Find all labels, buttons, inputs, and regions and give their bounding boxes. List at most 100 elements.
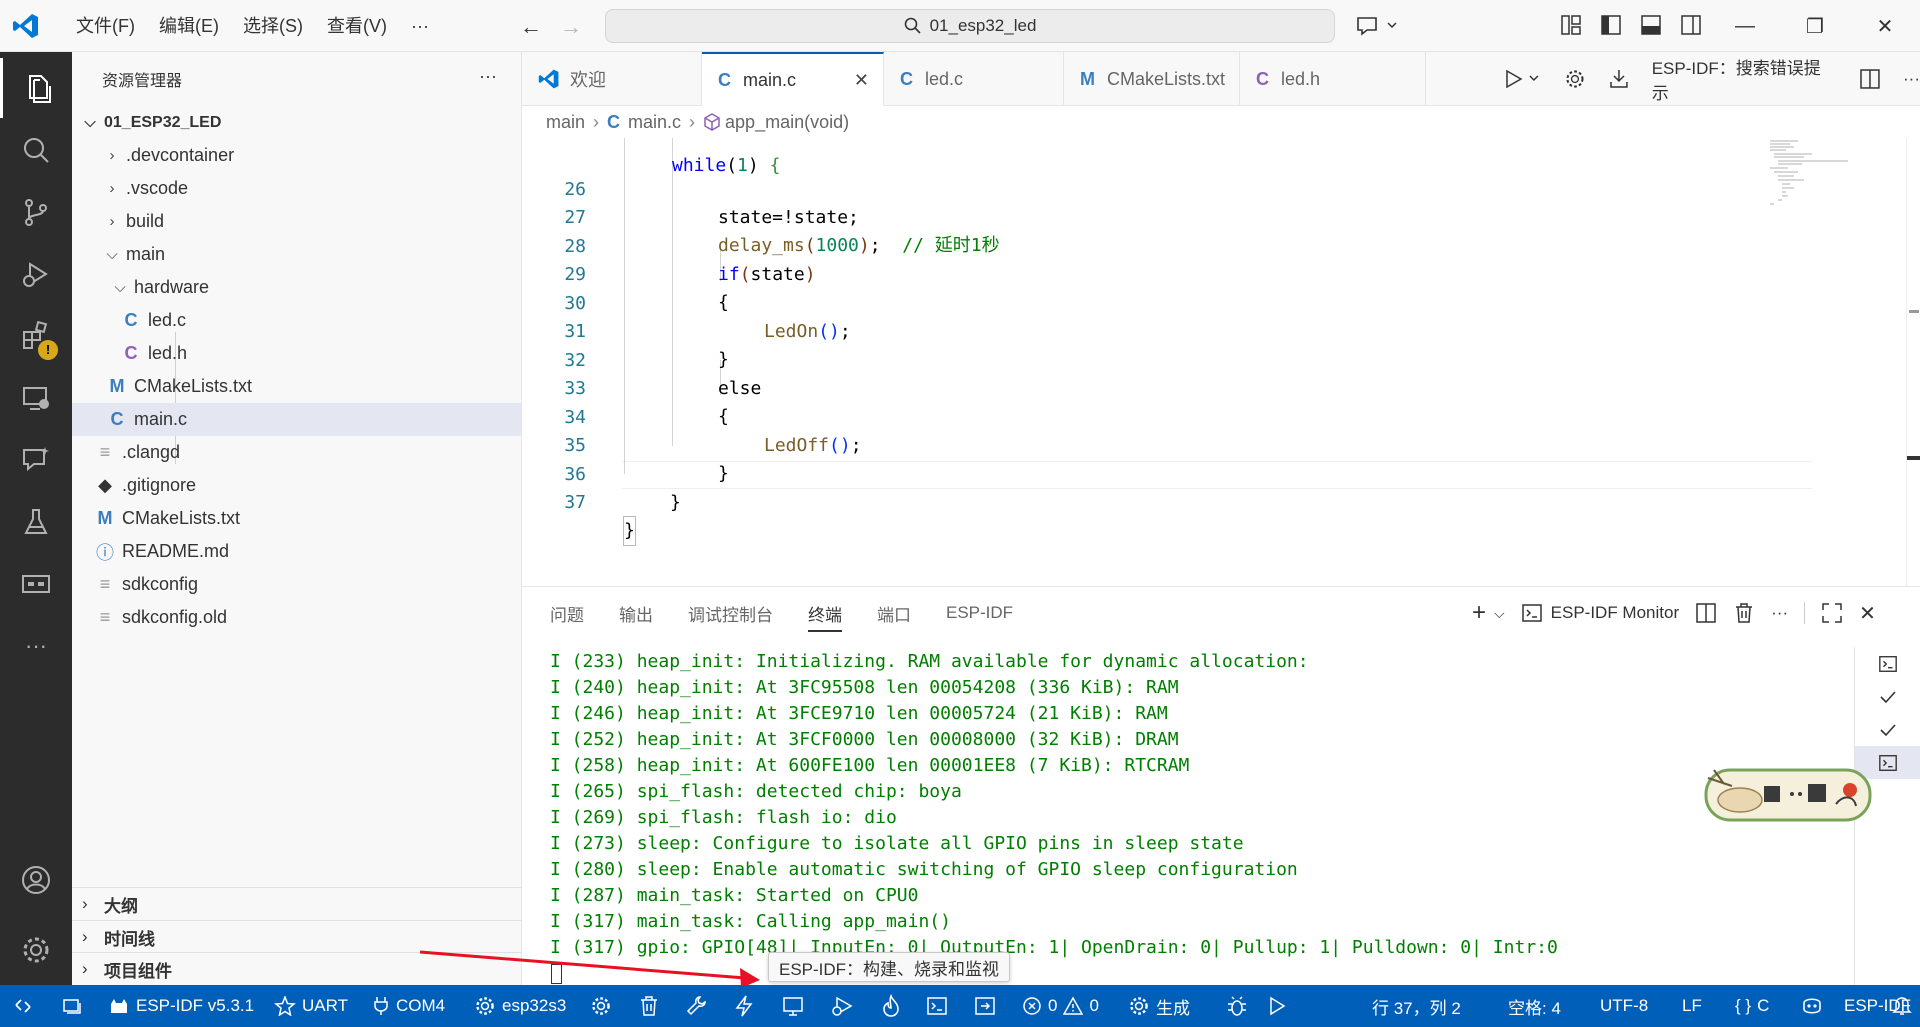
terminal-list-item[interactable]	[1855, 680, 1920, 713]
build-wrench-icon[interactable]	[686, 985, 714, 1027]
minimize-button[interactable]: —	[1710, 0, 1780, 52]
esp-idf-version[interactable]: ESP-IDF v5.3.1	[108, 985, 254, 1027]
testing-icon[interactable]	[0, 492, 72, 552]
flash-method[interactable]: UART	[274, 985, 348, 1027]
new-terminal-plus-icon[interactable]: +	[1472, 599, 1486, 627]
tree-item-main[interactable]: ⌵ main	[72, 238, 522, 271]
explorer-icon[interactable]	[0, 58, 72, 118]
tree-item-gitignore[interactable]: ◆ .gitignore	[72, 469, 522, 502]
editor-scrollbar[interactable]	[1906, 138, 1920, 586]
settings-gear-icon[interactable]	[1564, 68, 1586, 90]
sdk-config-gear-icon[interactable]	[590, 985, 618, 1027]
end-of-line[interactable]: LF	[1682, 985, 1702, 1027]
notifications-bell-icon[interactable]	[1892, 985, 1918, 1027]
cursor-position[interactable]: 行 37，列 2	[1372, 985, 1461, 1027]
problems-indicator[interactable]: 0 0	[1022, 985, 1099, 1027]
menu-file[interactable]: 文件(F)	[64, 0, 147, 52]
outline-section[interactable]: › 大纲	[72, 887, 522, 920]
split-terminal-icon[interactable]	[1695, 602, 1717, 624]
terminal-list-item[interactable]	[1855, 713, 1920, 746]
tree-item-readme[interactable]: ⓘ README.md	[72, 535, 522, 568]
customize-layout-icon[interactable]	[1560, 14, 1582, 36]
source-control-icon[interactable]	[0, 182, 72, 242]
tree-item-sdkconfig-old[interactable]: ≡ sdkconfig.old	[72, 601, 522, 634]
search-icon[interactable]	[0, 120, 72, 180]
timeline-section[interactable]: › 时间线	[72, 920, 522, 953]
extensions-icon[interactable]: !	[0, 306, 72, 366]
tab-cmakelists[interactable]: M CMakeLists.txt	[1064, 52, 1240, 106]
panel-tab-terminal[interactable]: 终端	[808, 601, 842, 632]
terminal-name[interactable]: ESP-IDF Monitor	[1551, 603, 1679, 623]
remote-indicator-icon[interactable]	[0, 985, 46, 1027]
terminal-output[interactable]: I (233) heap_init: Initializing. RAM ava…	[550, 649, 1840, 984]
more-views-icon[interactable]: ···	[0, 616, 72, 676]
encoding[interactable]: UTF-8	[1600, 985, 1648, 1027]
breadcrumb-folder[interactable]: main	[546, 112, 585, 133]
account-icon[interactable]	[0, 850, 72, 910]
menu-more[interactable]: ···	[399, 0, 441, 52]
copilot-status-icon[interactable]	[1800, 985, 1830, 1027]
toggle-secondary-sidebar-icon[interactable]	[1680, 14, 1702, 36]
build-flash-monitor-flame-icon[interactable]	[880, 985, 908, 1027]
terminal-list-item[interactable]	[1855, 647, 1920, 680]
copilot-chat-icon[interactable]	[1355, 14, 1399, 43]
trash-icon[interactable]	[1733, 602, 1755, 624]
menu-edit[interactable]: 编辑(E)	[147, 0, 231, 52]
tab-welcome[interactable]: 欢迎	[522, 52, 702, 106]
execute-task-icon[interactable]	[974, 985, 1002, 1027]
menu-selection[interactable]: 选择(S)	[231, 0, 315, 52]
panel-tab-esp-idf[interactable]: ESP-IDF	[946, 603, 1013, 623]
monitor-device-icon[interactable]	[782, 985, 810, 1027]
command-center-search[interactable]: 01_esp32_led	[605, 9, 1335, 43]
restore-button[interactable]: ❐	[1780, 0, 1850, 52]
tab-led-c[interactable]: C led.c	[884, 52, 1064, 106]
maximize-panel-icon[interactable]	[1821, 602, 1843, 624]
esp-idf-terminal-icon[interactable]	[926, 985, 954, 1027]
flash-lightning-icon[interactable]	[734, 985, 760, 1027]
tree-item-main-c[interactable]: C main.c	[72, 403, 522, 436]
tree-item-vscode[interactable]: › .vscode	[72, 172, 522, 205]
run-debug-dropdown-icon[interactable]	[1502, 68, 1542, 90]
chevron-down-icon[interactable]: ⌵	[1494, 605, 1505, 622]
chat-icon[interactable]	[0, 430, 72, 490]
full-clean-trash-icon[interactable]	[638, 985, 666, 1027]
tree-item-cmakelists[interactable]: M CMakeLists.txt	[72, 502, 522, 535]
toggle-panel-icon[interactable]	[1640, 14, 1662, 36]
build-button[interactable]: 生成	[1128, 985, 1190, 1027]
panel-more-icon[interactable]: ···	[1771, 603, 1788, 623]
tree-root-folder[interactable]: ⌵ 01_ESP32_LED	[72, 106, 522, 139]
toggle-sidebar-icon[interactable]	[1600, 14, 1622, 36]
tree-item-clangd[interactable]: ≡ .clangd	[72, 436, 522, 469]
manage-gear-icon[interactable]	[0, 920, 72, 980]
tree-item-led-h[interactable]: C led.h	[72, 337, 522, 370]
close-tab-icon[interactable]: ✕	[854, 70, 869, 91]
esp-idf-search-errors[interactable]: ESP-IDF：搜索错误提示	[1652, 54, 1837, 104]
split-editor-icon[interactable]	[1859, 68, 1881, 90]
esp-idf-workspace-icon[interactable]	[62, 985, 88, 1027]
panel-tab-output[interactable]: 输出	[619, 601, 653, 626]
esp-idf-explorer-icon[interactable]	[0, 554, 72, 614]
tree-item-devcontainer[interactable]: › .devcontainer	[72, 139, 522, 172]
close-window-button[interactable]: ✕	[1850, 0, 1920, 52]
download-icon[interactable]	[1608, 68, 1630, 90]
project-components-section[interactable]: › 项目组件	[72, 952, 522, 985]
panel-tab-problems[interactable]: 问题	[550, 601, 584, 626]
tree-item-hardware[interactable]: ⌵ hardware	[72, 271, 522, 304]
menu-view[interactable]: 查看(V)	[315, 0, 399, 52]
minimap[interactable]	[1768, 138, 1878, 218]
close-panel-icon[interactable]: ✕	[1859, 601, 1876, 626]
indentation[interactable]: 空格: 4	[1508, 985, 1561, 1027]
tree-item-main-cmakelists[interactable]: M CMakeLists.txt	[72, 370, 522, 403]
language-mode[interactable]: { } C	[1735, 985, 1769, 1027]
editor-more-icon[interactable]: ···	[1903, 69, 1920, 89]
code-editor[interactable]: while(1) { 26 state=!state; 27 delay_ms(…	[522, 138, 1920, 586]
nav-forward-icon[interactable]: →	[560, 14, 582, 40]
target-chip[interactable]: esp32s3	[474, 985, 566, 1027]
tree-item-led-c[interactable]: C led.c	[72, 304, 522, 337]
tab-main-c[interactable]: C main.c ✕	[702, 52, 884, 107]
nav-back-icon[interactable]: ←	[520, 14, 542, 40]
panel-tab-debug-console[interactable]: 调试控制台	[688, 601, 773, 626]
remote-explorer-icon[interactable]	[0, 368, 72, 428]
tree-item-sdkconfig[interactable]: ≡ sdkconfig	[72, 568, 522, 601]
debug-icon[interactable]	[830, 985, 860, 1027]
